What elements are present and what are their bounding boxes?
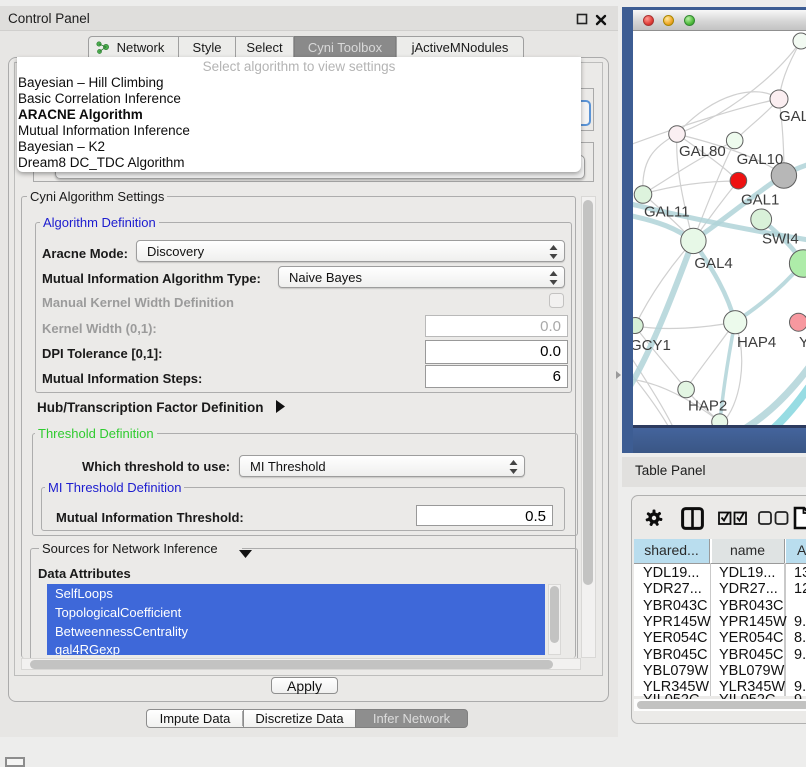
svg-text:Y: Y — [799, 334, 806, 351]
svg-text:GCY1: GCY1 — [633, 337, 671, 354]
svg-text:SWI4: SWI4 — [762, 231, 799, 248]
svg-text:HAP2: HAP2 — [688, 398, 727, 415]
svg-text:GAL7: GAL7 — [779, 108, 806, 125]
svg-text:GAL4: GAL4 — [694, 255, 732, 272]
svg-text:GAL10: GAL10 — [737, 151, 784, 168]
svg-text:GAL11: GAL11 — [644, 204, 690, 221]
svg-text:GAL80: GAL80 — [679, 143, 726, 160]
svg-text:GAL1: GAL1 — [741, 192, 779, 209]
svg-text:HAP4: HAP4 — [737, 334, 776, 351]
